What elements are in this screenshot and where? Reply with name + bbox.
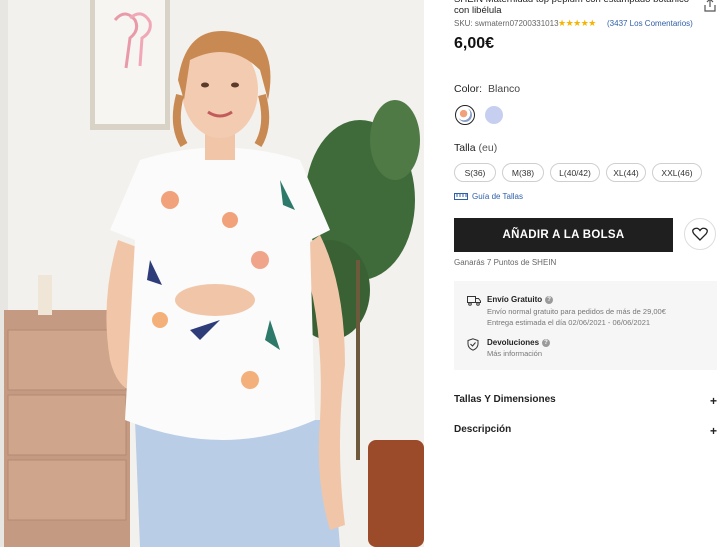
accordion-sizes[interactable]: Tallas Y Dimensiones + (454, 394, 717, 408)
size-label: Talla (eu) (454, 142, 497, 154)
accordion-sizes-label: Tallas Y Dimensiones (454, 394, 556, 405)
color-swatch-floral[interactable] (455, 105, 475, 125)
add-to-bag-button[interactable]: AÑADIR A LA BOLSA (454, 218, 673, 252)
color-swatch-lavender[interactable] (485, 106, 503, 124)
size-option-l[interactable]: L(40/42) (550, 163, 600, 182)
size-option-xxl[interactable]: XXL(46) (652, 163, 702, 182)
model-photo (0, 0, 424, 547)
color-value: Blanco (488, 83, 521, 95)
shipping-title: Envío Gratuito ? (487, 295, 554, 304)
color-label: Color: Blanco (454, 83, 520, 95)
wishlist-button[interactable] (684, 218, 716, 250)
shield-icon (467, 338, 479, 351)
points-text: Ganarás 7 Puntos de SHEIN (454, 258, 557, 267)
shipping-title-text: Envío Gratuito (487, 295, 543, 304)
price: 6,00€ (454, 35, 495, 52)
size-guide-link[interactable]: Guía de Tallas (454, 192, 523, 201)
shipping-line-2: Entrega estimada el día 02/06/2021 - 06/… (487, 318, 651, 327)
product-detail-panel: SHEIN Maternidad top peplum con estampad… (454, 0, 720, 547)
size-unit: (eu) (478, 142, 498, 154)
ruler-icon (454, 193, 468, 200)
shipping-info-box: Envío Gratuito ? Envío normal gratuito p… (454, 281, 717, 370)
rating-stars: ★★★★★ (558, 18, 596, 28)
heart-icon (692, 227, 708, 241)
color-label-text: Color: (454, 83, 483, 95)
sku: SKU: swmatern07200331013 (454, 19, 559, 28)
share-button[interactable] (704, 0, 718, 12)
returns-title-text: Devoluciones (487, 338, 540, 347)
returns-more-info[interactable]: Más información (487, 349, 542, 358)
reviews-link[interactable]: (3437 Los Comentarios) (607, 19, 693, 28)
accordion-description[interactable]: Descripción + (454, 424, 717, 438)
info-icon[interactable]: ? (542, 338, 551, 347)
truck-icon (467, 296, 481, 306)
size-option-s[interactable]: S(36) (454, 163, 496, 182)
returns-title: Devoluciones ? (487, 338, 551, 347)
size-guide-label: Guía de Tallas (472, 192, 523, 201)
plus-icon: + (709, 424, 717, 438)
info-icon[interactable]: ? (545, 295, 554, 304)
size-option-xl[interactable]: XL(44) (606, 163, 646, 182)
product-title: SHEIN Maternidad top peplum con estampad… (454, 0, 689, 16)
size-options: S(36) M(38) L(40/42) XL(44) XXL(46) (454, 163, 702, 182)
sku-value: swmatern07200331013 (474, 19, 559, 28)
shipping-line-1: Envío normal gratuito para pedidos de má… (487, 307, 666, 316)
plus-icon: + (709, 394, 717, 408)
product-image (0, 0, 424, 547)
share-icon (704, 0, 716, 12)
sku-label: SKU: (454, 19, 473, 28)
size-option-m[interactable]: M(38) (502, 163, 544, 182)
size-label-text: Talla (454, 142, 476, 154)
accordion-description-label: Descripción (454, 424, 512, 435)
